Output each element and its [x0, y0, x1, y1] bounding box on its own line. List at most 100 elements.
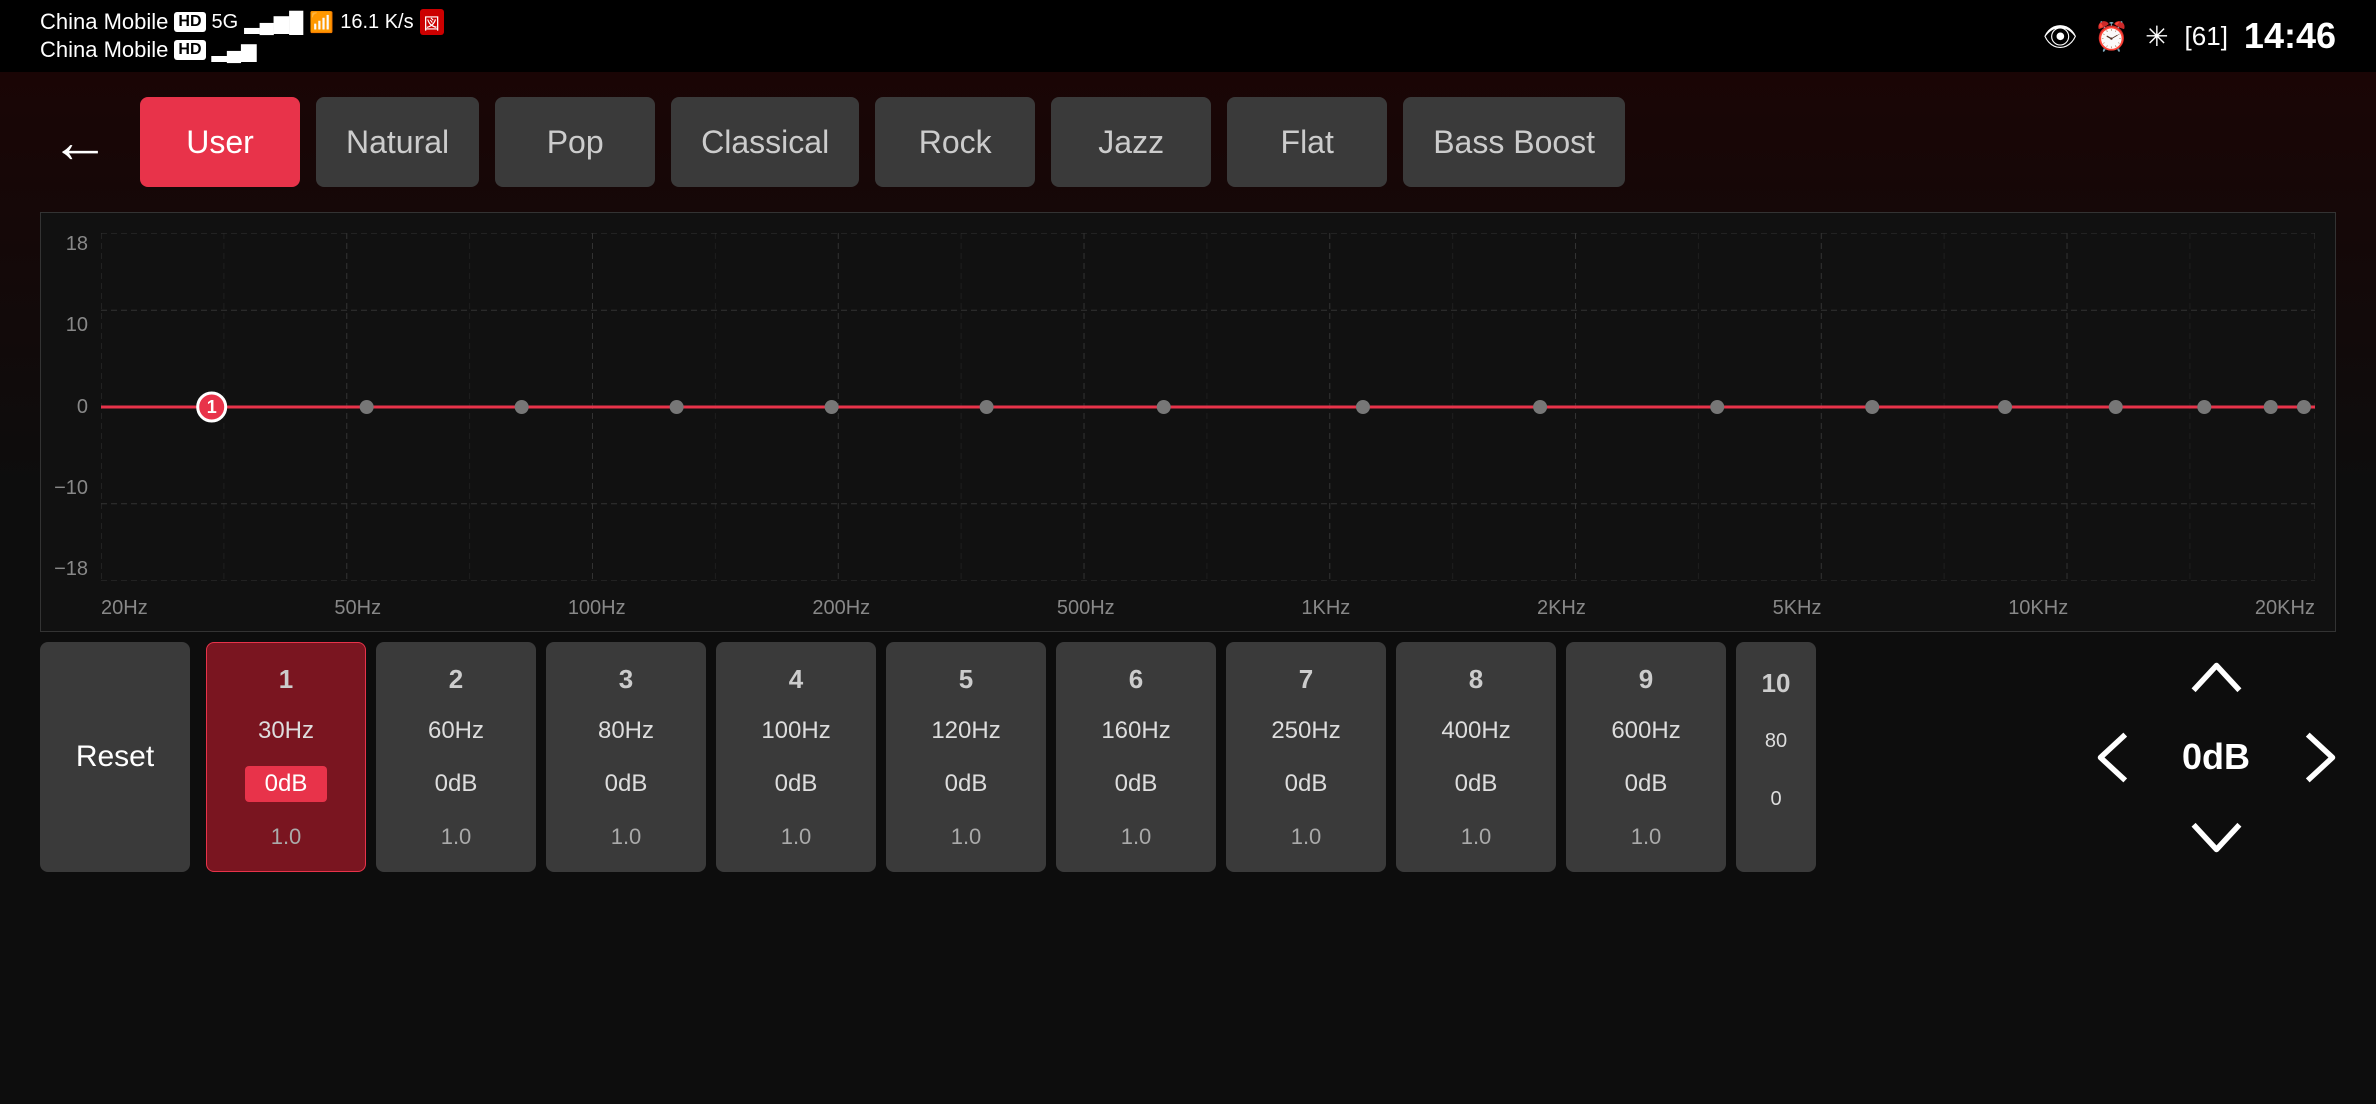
- band-card-9[interactable]: 9 600Hz 0dB 1.0: [1566, 642, 1726, 872]
- band-card-10[interactable]: 10 80 0: [1736, 642, 1816, 872]
- x-50hz: 50Hz: [334, 597, 381, 620]
- y-axis-labels: 18 10 0 −10 −18: [41, 233, 96, 581]
- carrier1-badge: HD: [174, 12, 205, 32]
- eq-svg-chart[interactable]: 1: [101, 233, 2315, 581]
- eq-point-12[interactable]: [1998, 400, 2012, 414]
- reset-button[interactable]: Reset: [40, 642, 190, 872]
- band2-db: 0dB: [415, 766, 498, 802]
- x-1khz: 1KHz: [1301, 597, 1350, 620]
- eye-icon: 👁: [2043, 20, 2079, 53]
- value-down-button[interactable]: [2181, 804, 2251, 872]
- band6-freq: 160Hz: [1101, 717, 1170, 745]
- alarm-icon: ⏰: [2094, 20, 2129, 53]
- x-20hz: 20Hz: [101, 597, 148, 620]
- band8-q: 1.0: [1461, 824, 1492, 850]
- bottom-controls: Reset 1 30Hz 0dB 1.0 2 60Hz 0dB 1.0 3 80…: [0, 642, 2376, 872]
- eq-point-16[interactable]: [2297, 400, 2311, 414]
- band5-freq: 120Hz: [931, 717, 1000, 745]
- signal-bars2: ▂▄▆: [212, 38, 257, 63]
- chevron-left-icon: [2084, 730, 2139, 785]
- eq-chart[interactable]: 18 10 0 −10 −18 20Hz 50Hz 100Hz 200Hz 50…: [40, 212, 2336, 632]
- band3-freq: 80Hz: [598, 717, 654, 745]
- band-card-5[interactable]: 5 120Hz 0dB 1.0: [886, 642, 1046, 872]
- carrier1-label: China Mobile HD 5G ▂▄▆█ 📶 16.1 K/s 図: [40, 9, 444, 35]
- y-label-10: 10: [66, 314, 88, 337]
- x-2khz: 2KHz: [1537, 597, 1586, 620]
- preset-tabs: User Natural Pop Classical Rock Jazz Fla…: [140, 97, 2336, 187]
- right-nav-controls: 0dB: [2056, 642, 2376, 872]
- eq-point-10[interactable]: [1710, 400, 1724, 414]
- carrier1-network: 5G: [212, 11, 239, 34]
- band1-num: 1: [279, 664, 293, 695]
- eq-point-11[interactable]: [1865, 400, 1879, 414]
- status-right: 👁 ⏰ ✳ [61] 14:46: [2043, 15, 2336, 57]
- eq-point-7[interactable]: [1157, 400, 1171, 414]
- preset-rock[interactable]: Rock: [875, 97, 1035, 187]
- x-500hz: 500Hz: [1057, 597, 1115, 620]
- chevron-up-icon: [2189, 649, 2244, 704]
- band7-q: 1.0: [1291, 824, 1322, 850]
- band4-freq: 100Hz: [761, 717, 830, 745]
- eq-point-9[interactable]: [1533, 400, 1547, 414]
- preset-jazz[interactable]: Jazz: [1051, 97, 1211, 187]
- preset-natural[interactable]: Natural: [316, 97, 479, 187]
- band6-q: 1.0: [1121, 824, 1152, 850]
- band-prev-button[interactable]: [2076, 722, 2146, 792]
- chevron-right-icon: [2294, 730, 2349, 785]
- band3-db: 0dB: [585, 766, 668, 802]
- band4-num: 4: [789, 664, 803, 695]
- band10-freq: 80: [1765, 730, 1787, 753]
- eq-point-15[interactable]: [2264, 400, 2278, 414]
- band6-db: 0dB: [1095, 766, 1178, 802]
- band10-num: 10: [1762, 668, 1791, 699]
- eq-point-14[interactable]: [2197, 400, 2211, 414]
- carrier2-label: China Mobile HD ▂▄▆: [40, 37, 444, 63]
- band1-q: 1.0: [271, 824, 302, 850]
- eq-point-3[interactable]: [515, 400, 529, 414]
- band-card-8[interactable]: 8 400Hz 0dB 1.0: [1396, 642, 1556, 872]
- battery-level: 61: [2192, 21, 2221, 51]
- x-5khz: 5KHz: [1773, 597, 1822, 620]
- status-bar: China Mobile HD 5G ▂▄▆█ 📶 16.1 K/s 図 Chi…: [0, 0, 2376, 72]
- eq-point-5[interactable]: [825, 400, 839, 414]
- band-card-6[interactable]: 6 160Hz 0dB 1.0: [1056, 642, 1216, 872]
- x-10khz: 10KHz: [2008, 597, 2068, 620]
- band-card-2[interactable]: 2 60Hz 0dB 1.0: [376, 642, 536, 872]
- eq-point-6[interactable]: [980, 400, 994, 414]
- band-next-button[interactable]: [2286, 722, 2356, 792]
- carrier-extra: 図: [420, 9, 444, 35]
- band-card-3[interactable]: 3 80Hz 0dB 1.0: [546, 642, 706, 872]
- eq-point-13[interactable]: [2109, 400, 2123, 414]
- band7-freq: 250Hz: [1271, 717, 1340, 745]
- eq-point-2[interactable]: [360, 400, 374, 414]
- eq-point-4[interactable]: [670, 400, 684, 414]
- preset-flat[interactable]: Flat: [1227, 97, 1387, 187]
- back-button[interactable]: ←: [40, 102, 120, 182]
- band-card-1[interactable]: 1 30Hz 0dB 1.0: [206, 642, 366, 872]
- clock: 14:46: [2244, 15, 2336, 57]
- back-arrow-icon: ←: [50, 112, 110, 172]
- band9-num: 9: [1639, 664, 1653, 695]
- band2-num: 2: [449, 664, 463, 695]
- band8-num: 8: [1469, 664, 1483, 695]
- preset-user[interactable]: User: [140, 97, 300, 187]
- data-speed: 16.1 K/s: [340, 11, 413, 34]
- preset-classical[interactable]: Classical: [671, 97, 859, 187]
- eq-point-8[interactable]: [1356, 400, 1370, 414]
- band1-db: 0dB: [245, 766, 328, 802]
- band-card-4[interactable]: 4 100Hz 0dB 1.0: [716, 642, 876, 872]
- x-100hz: 100Hz: [568, 597, 626, 620]
- preset-bass-boost[interactable]: Bass Boost: [1403, 97, 1625, 187]
- band3-q: 1.0: [611, 824, 642, 850]
- band9-q: 1.0: [1631, 824, 1662, 850]
- band7-num: 7: [1299, 664, 1313, 695]
- battery-indicator: [61]: [2185, 21, 2228, 52]
- preset-pop[interactable]: Pop: [495, 97, 655, 187]
- svg-text:1: 1: [207, 397, 217, 417]
- band8-freq: 400Hz: [1441, 717, 1510, 745]
- signal-bars: ▂▄▆█: [244, 10, 303, 35]
- band-card-7[interactable]: 7 250Hz 0dB 1.0: [1226, 642, 1386, 872]
- header: ← User Natural Pop Classical Rock Jazz F…: [0, 72, 2376, 212]
- band1-freq: 30Hz: [258, 717, 314, 745]
- value-up-button[interactable]: [2181, 642, 2251, 710]
